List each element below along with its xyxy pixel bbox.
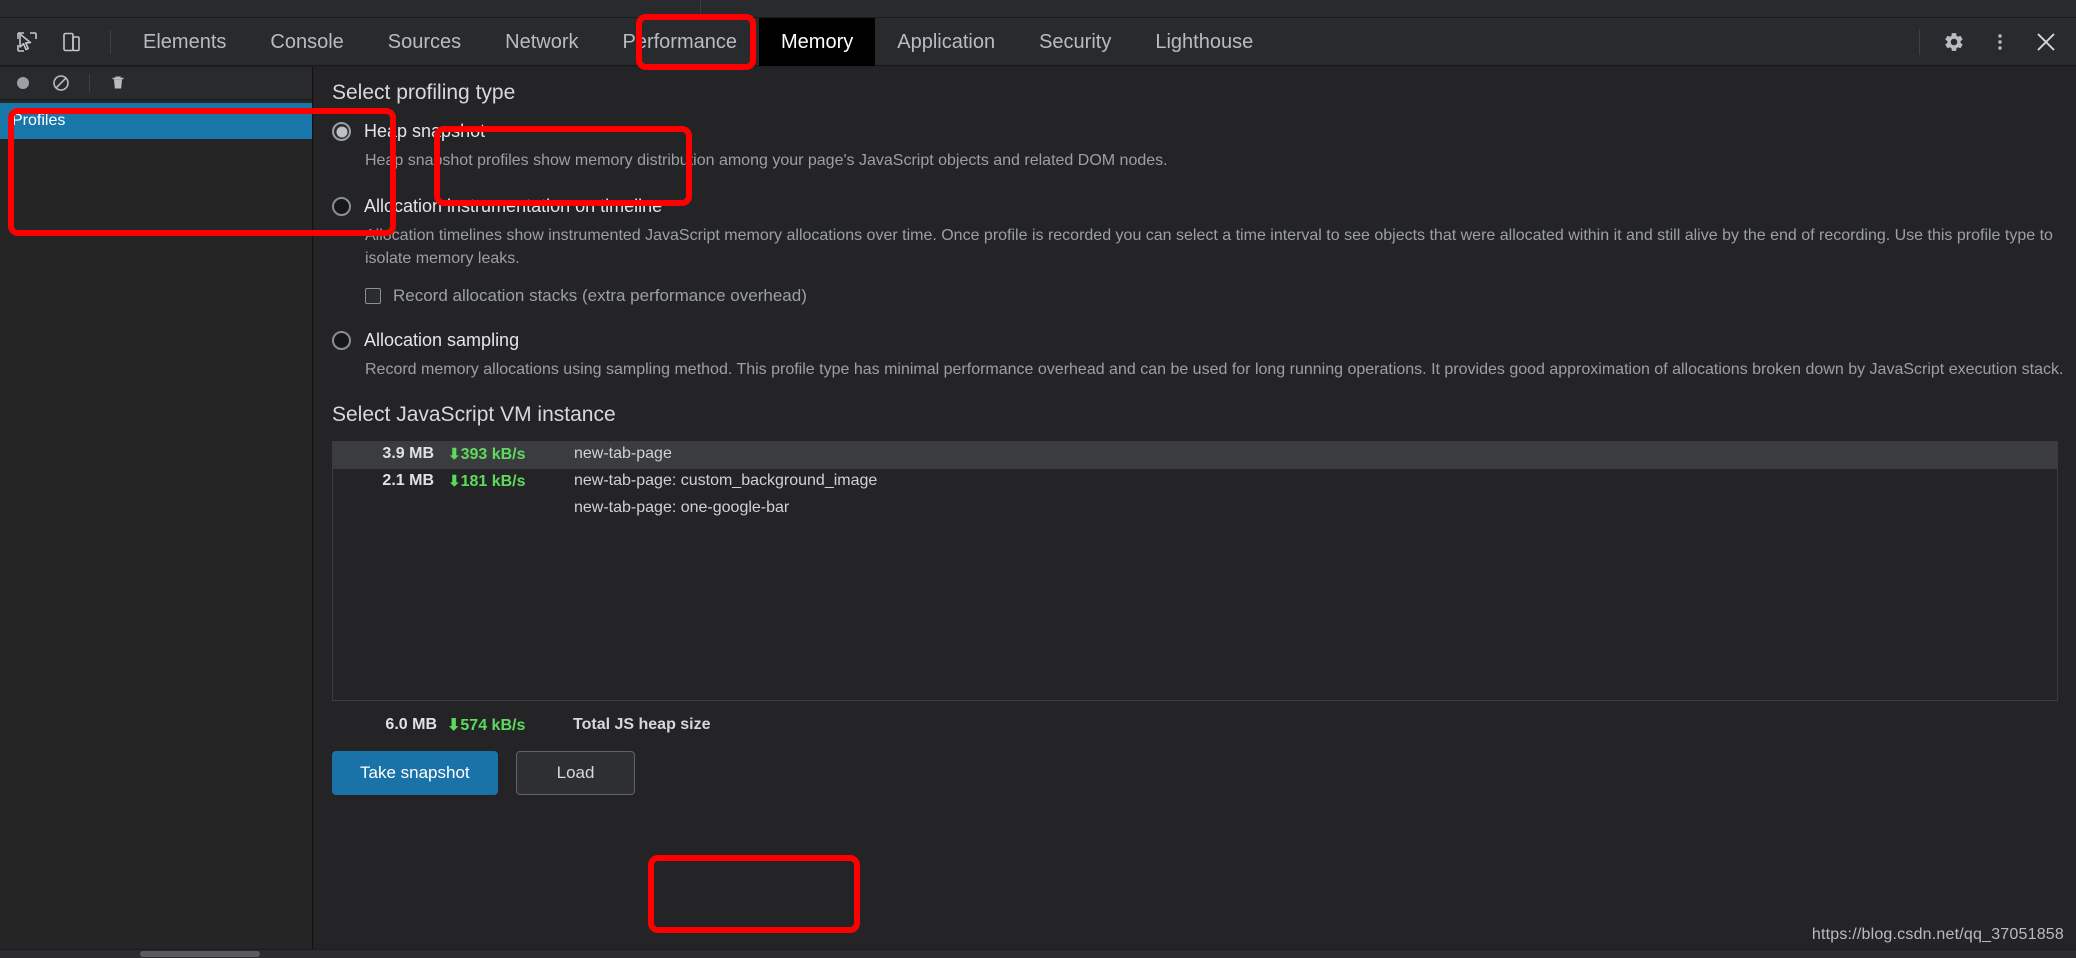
label-allocation-sampling[interactable]: Allocation sampling bbox=[364, 328, 519, 352]
load-button[interactable]: Load bbox=[515, 751, 636, 795]
action-buttons: Take snapshot Load bbox=[332, 751, 2076, 795]
clear-icon[interactable] bbox=[48, 70, 74, 96]
bottom-scrollbar[interactable] bbox=[0, 949, 2076, 958]
label-allocation-instrumentation[interactable]: Allocation instrumentation on timeline bbox=[364, 194, 662, 218]
profiles-tree: Profiles bbox=[0, 100, 312, 139]
vm-subrow-name: new-tab-page: one-google-bar bbox=[574, 499, 790, 516]
vm-row-rate: ⬇393 kB/s bbox=[438, 445, 558, 464]
vm-instance-subrow[interactable]: new-tab-page: one-google-bar bbox=[333, 496, 2057, 523]
scrollbar-thumb[interactable] bbox=[140, 951, 260, 957]
checkbox-record-allocation-stacks[interactable] bbox=[365, 288, 381, 304]
profiles-sidebar-toolbar bbox=[0, 67, 312, 100]
description-allocation-sampling: Record memory allocations using sampling… bbox=[365, 361, 2064, 378]
total-heap-rate-value: 574 kB/s bbox=[460, 717, 526, 734]
down-arrow-icon: ⬇ bbox=[447, 717, 461, 734]
description-heap-snapshot: Heap snapshot profiles show memory distr… bbox=[365, 152, 1168, 169]
vm-row-rate-value: 393 kB/s bbox=[460, 446, 526, 463]
right-icons-divider bbox=[1919, 28, 1920, 55]
take-snapshot-button[interactable]: Take snapshot bbox=[332, 751, 498, 795]
vm-row-rate-value: 181 kB/s bbox=[460, 473, 526, 490]
vm-row-rate: ⬇181 kB/s bbox=[438, 472, 558, 491]
toolbar-divider bbox=[110, 29, 111, 54]
vm-instance-row[interactable]: 3.9 MB ⬇393 kB/s new-tab-page bbox=[333, 442, 2057, 469]
memory-panel: Select profiling type Heap snapshot Heap… bbox=[314, 67, 2076, 950]
down-arrow-icon: ⬇ bbox=[448, 473, 461, 490]
kebab-menu-icon[interactable] bbox=[1980, 22, 2020, 62]
devtools-right-icons bbox=[1919, 22, 2076, 62]
profiling-option-allocation-sampling: Allocation sampling Record memory alloca… bbox=[332, 328, 2076, 381]
vm-row-name: new-tab-page: custom_background_image bbox=[574, 472, 878, 489]
tab-elements[interactable]: Elements bbox=[121, 18, 248, 66]
radio-heap-snapshot[interactable] bbox=[332, 122, 351, 141]
record-icon[interactable] bbox=[10, 70, 36, 96]
close-icon[interactable] bbox=[2026, 22, 2066, 62]
sidebar-item-profiles[interactable]: Profiles bbox=[0, 103, 312, 139]
record-allocation-stacks-row: Record allocation stacks (extra performa… bbox=[365, 286, 2076, 306]
profiles-sidebar: Profiles bbox=[0, 67, 313, 950]
devtools-tool-icons bbox=[0, 27, 121, 57]
page-watermark: https://blog.csdn.net/qq_37051858 bbox=[1811, 926, 2064, 943]
top-strip-seam bbox=[700, 0, 701, 18]
radio-allocation-instrumentation[interactable] bbox=[332, 197, 351, 216]
tab-lighthouse[interactable]: Lighthouse bbox=[1133, 18, 1275, 66]
profiling-type-title: Select profiling type bbox=[332, 81, 516, 104]
device-toolbar-icon[interactable] bbox=[56, 27, 86, 57]
vm-row-size: 3.9 MB bbox=[382, 445, 434, 462]
tab-console[interactable]: Console bbox=[248, 18, 365, 66]
vm-row-size: 2.1 MB bbox=[382, 472, 434, 489]
description-allocation-instrumentation: Allocation timelines show instrumented J… bbox=[365, 227, 2053, 267]
total-heap-label: Total JS heap size bbox=[573, 716, 711, 733]
gear-icon[interactable] bbox=[1934, 22, 1974, 62]
tab-performance[interactable]: Performance bbox=[601, 18, 760, 66]
total-heap-rate: ⬇574 kB/s bbox=[437, 715, 557, 735]
tab-memory[interactable]: Memory bbox=[759, 17, 876, 66]
profiling-option-heap-snapshot: Heap snapshot Heap snapshot profiles sho… bbox=[332, 119, 2076, 172]
panel-tabs: Elements Console Sources Network Perform… bbox=[121, 17, 1275, 66]
radio-allocation-sampling[interactable] bbox=[332, 331, 351, 350]
label-record-allocation-stacks[interactable]: Record allocation stacks (extra performa… bbox=[393, 286, 807, 306]
devtools-tabbar: Elements Console Sources Network Perform… bbox=[0, 17, 2076, 66]
sidebar-toolbar-divider bbox=[89, 74, 90, 92]
trash-icon[interactable] bbox=[105, 70, 131, 96]
vm-row-name: new-tab-page bbox=[574, 445, 672, 462]
label-heap-snapshot[interactable]: Heap snapshot bbox=[364, 119, 485, 143]
profiling-option-allocation-instrumentation: Allocation instrumentation on timeline A… bbox=[332, 194, 2076, 306]
vm-instance-title: Select JavaScript VM instance bbox=[332, 403, 616, 426]
total-heap-size: 6.0 MB bbox=[385, 716, 437, 733]
total-heap-row: 6.0 MB ⬇574 kB/s Total JS heap size bbox=[332, 715, 2076, 735]
tab-sources[interactable]: Sources bbox=[366, 18, 483, 66]
tab-application[interactable]: Application bbox=[875, 18, 1017, 66]
tab-security[interactable]: Security bbox=[1017, 18, 1133, 66]
browser-top-strip bbox=[0, 0, 2076, 18]
down-arrow-icon: ⬇ bbox=[448, 446, 461, 463]
vm-instance-row[interactable]: 2.1 MB ⬇181 kB/s new-tab-page: custom_ba… bbox=[333, 469, 2057, 496]
tab-network[interactable]: Network bbox=[483, 18, 600, 66]
inspect-element-icon[interactable] bbox=[12, 27, 42, 57]
vm-instance-list[interactable]: 3.9 MB ⬇393 kB/s new-tab-page 2.1 MB ⬇18… bbox=[332, 441, 2058, 701]
